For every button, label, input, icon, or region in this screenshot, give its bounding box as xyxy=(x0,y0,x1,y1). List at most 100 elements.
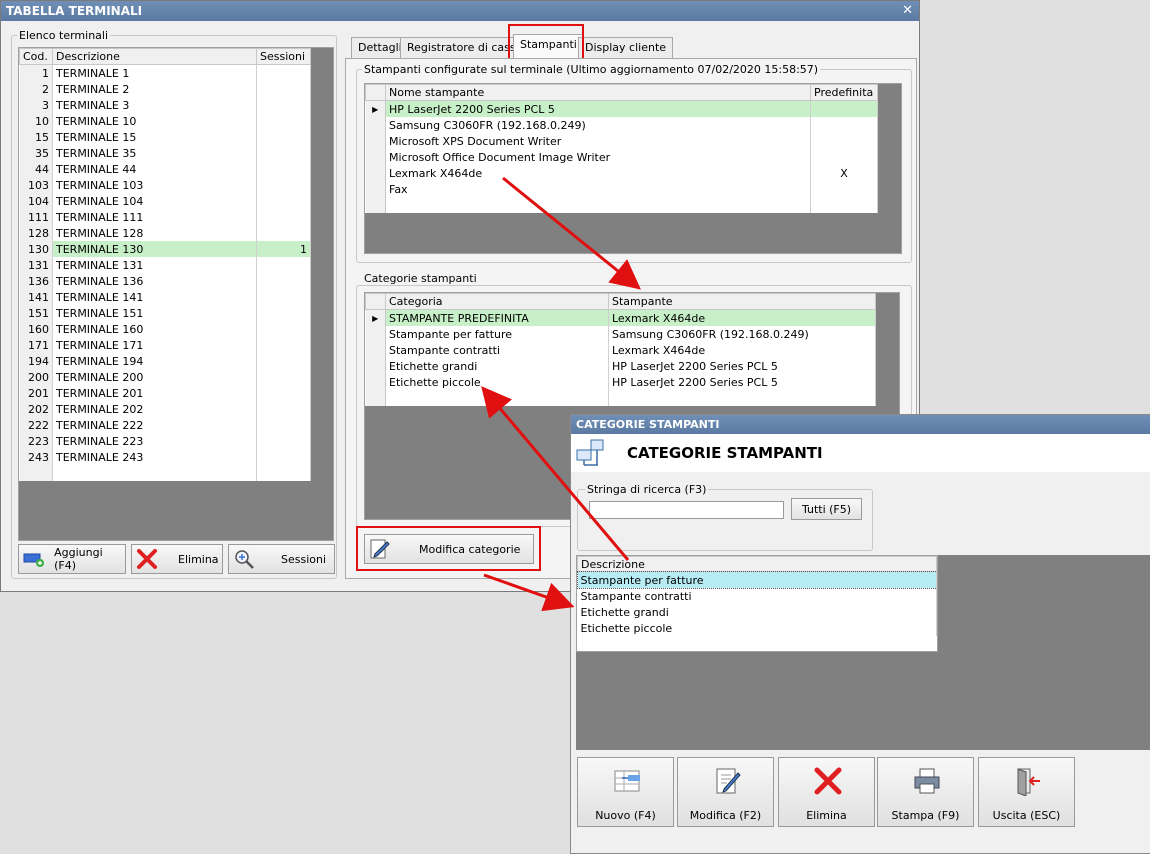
delete-button[interactable]: Elimina xyxy=(778,757,875,827)
table-row[interactable]: 128 TERMINALE 128 xyxy=(19,225,311,241)
category-printer: HP LaserJet 2200 Series PCL 5 xyxy=(608,358,876,374)
exit-button[interactable]: Uscita (ESC) xyxy=(978,757,1075,827)
terminal-description: TERMINALE 222 xyxy=(52,417,257,433)
table-row[interactable]: Microsoft XPS Document Writer xyxy=(365,133,878,149)
terminal-sessions xyxy=(256,417,311,433)
empty-row[interactable] xyxy=(19,465,311,481)
table-row[interactable]: Microsoft Office Document Image Writer xyxy=(365,149,878,165)
table-row[interactable]: 136 TERMINALE 136 xyxy=(19,273,311,289)
empty-row[interactable] xyxy=(365,197,878,213)
table-row[interactable]: 222 TERMINALE 222 xyxy=(19,417,311,433)
column-header-sessioni[interactable]: Sessioni xyxy=(256,48,311,65)
row-indicator xyxy=(365,342,386,358)
terminal-sessions xyxy=(256,64,311,81)
table-row[interactable]: 2 TERMINALE 2 xyxy=(19,81,311,97)
tab-display-cliente[interactable]: Display cliente xyxy=(578,37,674,58)
table-row[interactable]: 151 TERMINALE 151 xyxy=(19,305,311,321)
terminal-cod: 202 xyxy=(19,401,53,417)
table-row[interactable]: Samsung C3060FR (192.168.0.249) xyxy=(365,117,878,133)
table-row[interactable]: 200 TERMINALE 200 xyxy=(19,369,311,385)
column-header-descrizione[interactable]: Descrizione xyxy=(52,48,257,65)
empty-row[interactable] xyxy=(365,390,876,406)
terminal-cod: 141 xyxy=(19,289,53,305)
printers-grid[interactable]: Nome stampante Predefinita ▶ HP LaserJet … xyxy=(364,83,902,254)
table-row[interactable]: 131 TERMINALE 131 xyxy=(19,257,311,273)
table-row[interactable]: 111 TERMINALE 111 xyxy=(19,209,311,225)
edit-document-icon xyxy=(716,768,741,794)
terminal-description: TERMINALE 131 xyxy=(52,257,257,273)
print-button[interactable]: Stampa (F9) xyxy=(877,757,974,827)
table-row[interactable]: Etichette grandi HP LaserJet 2200 Series … xyxy=(365,358,876,374)
close-icon[interactable]: ✕ xyxy=(902,1,913,21)
table-row[interactable]: Etichette piccole HP LaserJet 2200 Series… xyxy=(365,374,876,390)
table-row[interactable]: ▶ STAMPANTE PREDEFINITA Lexmark X464de xyxy=(365,309,876,326)
terminal-cod: 223 xyxy=(19,433,53,449)
column-header-descrizione-dialog[interactable]: Descrizione xyxy=(577,556,937,572)
table-row[interactable]: Fax xyxy=(365,181,878,197)
table-row[interactable]: ▶ HP LaserJet 2200 Series PCL 5 xyxy=(365,100,878,117)
terminal-cod: 151 xyxy=(19,305,53,321)
new-button[interactable]: Nuovo (F4) xyxy=(577,757,674,827)
delete-terminal-button[interactable]: Elimina xyxy=(131,544,223,574)
printer-default xyxy=(810,100,878,117)
table-row[interactable]: 194 TERMINALE 194 xyxy=(19,353,311,369)
row-indicator xyxy=(365,326,386,342)
table-row[interactable]: Lexmark X464de X xyxy=(365,165,878,181)
sessions-button[interactable]: Sessioni xyxy=(228,544,335,574)
printer-default xyxy=(810,133,878,149)
column-header-categoria[interactable]: Categoria xyxy=(385,293,609,310)
terminal-sessions xyxy=(256,257,311,273)
row-indicator xyxy=(365,374,386,390)
print-button-label: Stampa (F9) xyxy=(891,809,960,822)
categories-list[interactable]: Descrizione Stampante per fatture Stampan… xyxy=(576,555,938,652)
edit-button[interactable]: Modifica (F2) xyxy=(677,757,774,827)
table-row[interactable]: Stampante contratti Lexmark X464de xyxy=(365,342,876,358)
table-row[interactable]: 1 TERMINALE 1 xyxy=(19,64,311,81)
table-row[interactable]: 130 TERMINALE 130 1 xyxy=(19,241,311,257)
table-row[interactable]: 201 TERMINALE 201 xyxy=(19,385,311,401)
column-header-nome-stampante[interactable]: Nome stampante xyxy=(385,84,811,101)
search-input[interactable] xyxy=(589,501,784,519)
table-row[interactable]: 10 TERMINALE 10 xyxy=(19,113,311,129)
table-row[interactable]: 103 TERMINALE 103 xyxy=(19,177,311,193)
window-title-bar[interactable]: TABELLA TERMINALI ✕ xyxy=(1,1,919,21)
column-header-stampante[interactable]: Stampante xyxy=(608,293,876,310)
column-header-predefinita[interactable]: Predefinita xyxy=(810,84,878,101)
dialog-title-bar[interactable]: CATEGORIE STAMPANTI xyxy=(571,415,1150,434)
terminals-grid[interactable]: Cod. Descrizione Sessioni 1 TERMINALE 12T… xyxy=(18,47,334,541)
list-item[interactable]: Stampante per fatture xyxy=(577,570,937,589)
list-item[interactable]: Etichette grandi xyxy=(577,604,937,620)
table-row[interactable]: 171 TERMINALE 171 xyxy=(19,337,311,353)
terminal-cod: 222 xyxy=(19,417,53,433)
terminal-cod: 3 xyxy=(19,97,53,113)
list-item[interactable]: Etichette piccole xyxy=(577,620,937,636)
category-description: Etichette piccole xyxy=(577,620,937,636)
printer-name: Microsoft XPS Document Writer xyxy=(385,133,811,149)
category-name: Stampante contratti xyxy=(385,342,609,358)
table-row[interactable]: 15 TERMINALE 15 xyxy=(19,129,311,145)
table-row[interactable]: 44 TERMINALE 44 xyxy=(19,161,311,177)
table-row[interactable]: 202 TERMINALE 202 xyxy=(19,401,311,417)
table-row[interactable]: 35 TERMINALE 35 xyxy=(19,145,311,161)
table-row[interactable]: Stampante per fatture Samsung C3060FR (19… xyxy=(365,326,876,342)
table-row[interactable]: 160 TERMINALE 160 xyxy=(19,321,311,337)
add-icon xyxy=(23,553,44,567)
column-header-cod[interactable]: Cod. xyxy=(19,48,53,65)
terminal-description: TERMINALE 200 xyxy=(52,369,257,385)
list-item[interactable]: Stampante contratti xyxy=(577,588,937,604)
table-row[interactable]: 141 TERMINALE 141 xyxy=(19,289,311,305)
printers-grid-indicator-header xyxy=(365,84,386,101)
table-row[interactable]: 3 TERMINALE 3 xyxy=(19,97,311,113)
table-row[interactable]: 243 TERMINALE 243 xyxy=(19,449,311,465)
table-row[interactable]: 104 TERMINALE 104 xyxy=(19,193,311,209)
terminal-description: TERMINALE 171 xyxy=(52,337,257,353)
terminal-sessions xyxy=(256,353,311,369)
row-indicator: ▶ xyxy=(365,100,386,117)
table-row[interactable]: 223 TERMINALE 223 xyxy=(19,433,311,449)
delete-x-icon xyxy=(137,549,157,569)
terminal-description: TERMINALE 1 xyxy=(52,64,257,81)
all-button[interactable]: Tutti (F5) xyxy=(791,498,862,520)
terminal-sessions xyxy=(256,177,311,193)
add-terminal-button[interactable]: Aggiungi (F4) xyxy=(18,544,126,574)
printer-icon xyxy=(914,768,940,794)
